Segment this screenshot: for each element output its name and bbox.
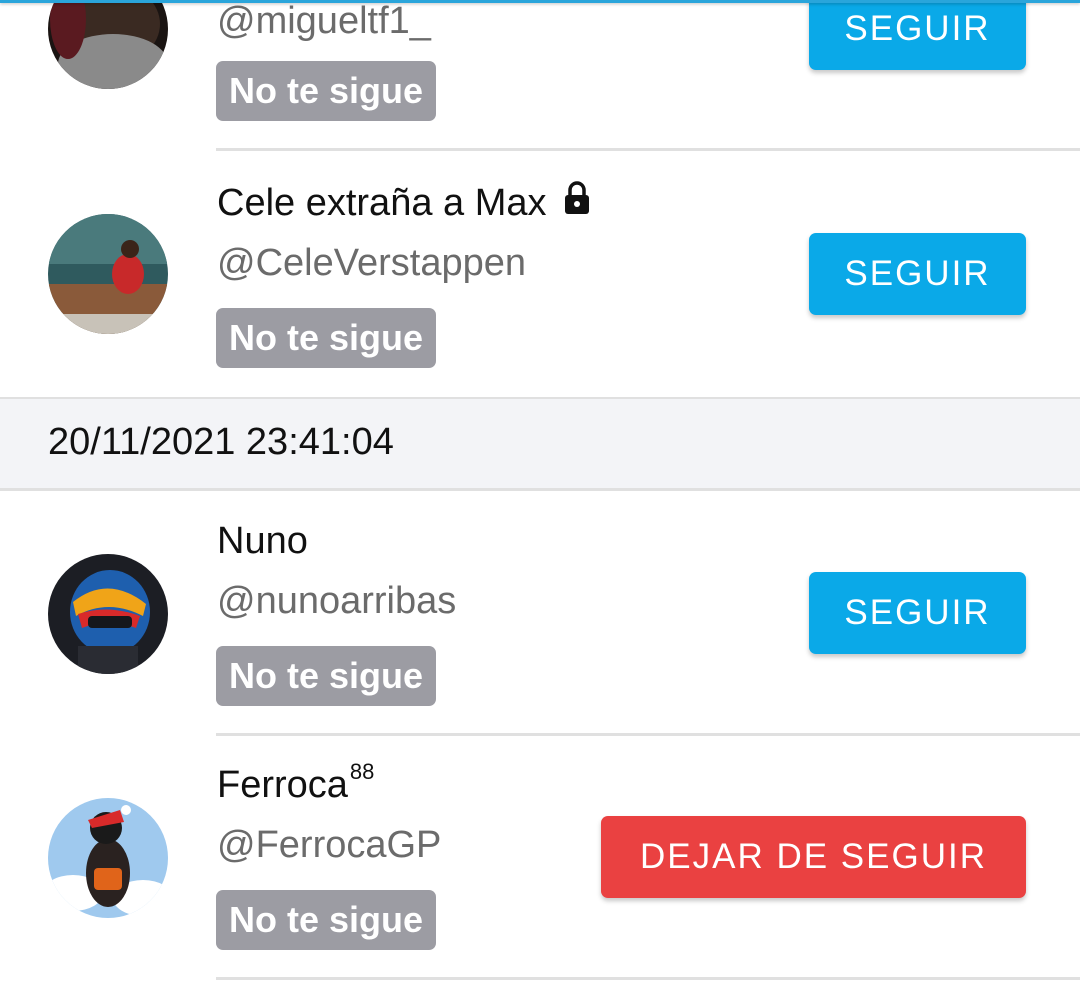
- follow-button[interactable]: SEGUIR: [809, 233, 1026, 315]
- divider: [216, 733, 1080, 736]
- user-handle: @nunoarribas: [217, 580, 457, 622]
- avatar-photo: [48, 214, 168, 334]
- user-avatar[interactable]: [48, 214, 168, 334]
- top-accent-bar: [0, 0, 1080, 3]
- display-name-superscript: 88: [349, 758, 375, 784]
- avatar-photo: [48, 798, 168, 918]
- user-handle: @CeleVerstappen: [217, 242, 526, 284]
- follow-button[interactable]: SEGUIR: [809, 572, 1026, 654]
- divider: [216, 148, 1080, 151]
- divider: [216, 977, 1080, 980]
- display-name-text: Nuno: [217, 520, 308, 562]
- avatar-photo: [48, 554, 168, 674]
- avatar-photo: [48, 0, 168, 89]
- date-section-header: 20/11/2021 23:41:04: [0, 397, 1080, 491]
- user-display-name: Cele extraña a Max: [217, 180, 591, 225]
- unfollow-button[interactable]: DEJAR DE SEGUIR: [601, 816, 1026, 898]
- follow-button[interactable]: SEGUIR: [809, 0, 1026, 70]
- user-handle: @migueltf1_: [217, 0, 431, 42]
- section-date: 20/11/2021 23:41:04: [48, 421, 394, 463]
- user-avatar[interactable]: [48, 798, 168, 918]
- user-avatar[interactable]: [48, 0, 168, 89]
- not-following-badge: No te sigue: [216, 308, 437, 368]
- user-display-name: Ferroca 88: [217, 759, 374, 807]
- user-handle: @FerrocaGP: [217, 824, 442, 866]
- not-following-badge: No te sigue: [216, 890, 437, 950]
- user-avatar[interactable]: [48, 554, 168, 674]
- display-name-text: Cele extraña a Max: [217, 182, 547, 224]
- not-following-badge: No te sigue: [216, 646, 437, 706]
- display-name-text: Ferroca: [217, 764, 348, 806]
- lock-icon: [563, 180, 591, 215]
- not-following-badge: No te sigue: [216, 61, 437, 121]
- user-display-name: Nuno: [217, 520, 308, 563]
